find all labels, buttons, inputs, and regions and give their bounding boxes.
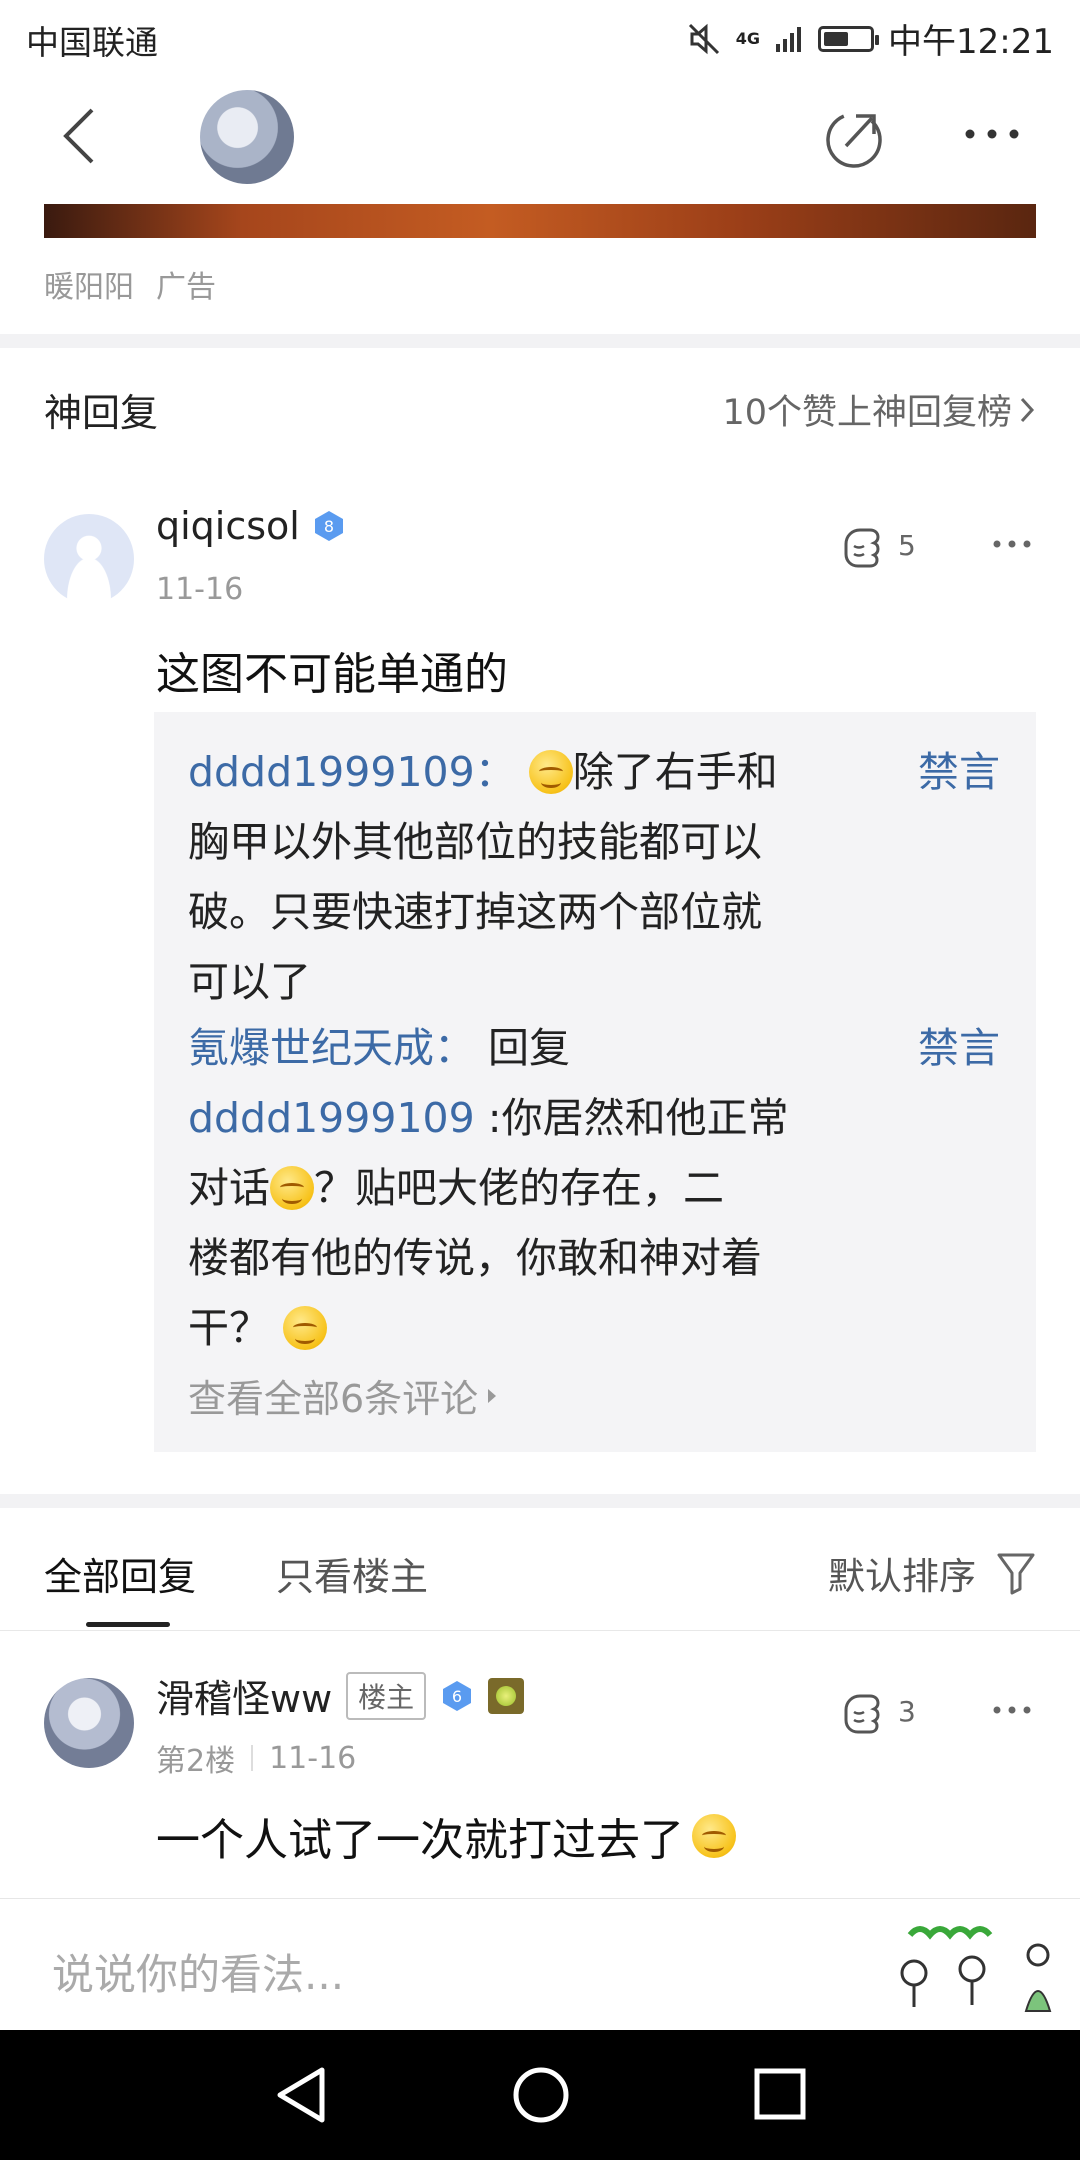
tab-owner-only[interactable]: 只看楼主 (276, 1546, 428, 1601)
post-date: 11-16 (156, 572, 244, 607)
post-author-row: qiqicsol 8 (156, 504, 346, 548)
nav-back-icon[interactable] (272, 2064, 332, 2126)
nav-recents-icon[interactable] (752, 2066, 808, 2122)
floor-meta: 第2楼 11-16 (156, 1736, 356, 1780)
sub-reply-line: 干？ (188, 1294, 328, 1354)
section-divider (0, 334, 1080, 348)
comment-input[interactable]: 说说你的看法... (52, 1941, 344, 2002)
sub-reply-user[interactable]: dddd1999109 (188, 748, 475, 796)
owner-badge: 楼主 (346, 1671, 427, 1720)
system-nav-bar (0, 2030, 1080, 2160)
sub-replies: dddd1999109： 除了右手和 禁言 胸甲以外其他部位的技能都可以 破。只… (154, 712, 1036, 1452)
tab-all-replies[interactable]: 全部回复 (44, 1546, 196, 1601)
emoji-icon (283, 1306, 328, 1350)
like-button[interactable]: 3 (838, 1688, 916, 1734)
sub-reply-line: dddd1999109 :你居然和他正常 (188, 1094, 789, 1142)
thread-author-avatar[interactable] (200, 90, 294, 184)
god-reply-title: 神回复 (44, 391, 159, 435)
post-text: 这图不可能单通的 (156, 649, 508, 700)
god-reply-rank-link[interactable]: 10个赞上神回复榜 (722, 384, 1036, 435)
sub-reply-line: 胸甲以外其他部位的技能都可以 (188, 818, 762, 866)
filter-icon (997, 1553, 1035, 1595)
sort-label: 默认排序 (828, 1555, 976, 1598)
avatar[interactable] (44, 514, 134, 604)
like-button[interactable]: 5 (838, 522, 916, 568)
emoji-icon (528, 750, 573, 794)
meta-divider (251, 1745, 254, 1771)
like-hand-icon (844, 528, 880, 568)
ad-image[interactable] (44, 204, 1036, 238)
like-count: 5 (898, 528, 916, 562)
battery-icon (818, 25, 880, 52)
ad-source: 暖阳阳 (44, 270, 134, 305)
clock: 中午12:21 (888, 22, 1054, 62)
like-count: 3 (898, 1694, 916, 1728)
floor-post-text: 一个人试了一次就打过去了 (156, 1804, 736, 1868)
sub-reply-line: 楼都有他的传说，你敢和神对着 (188, 1234, 762, 1282)
section-divider (0, 1494, 1080, 1508)
rank-link-label: 10个赞上神回复榜 (722, 393, 1012, 433)
avatar[interactable] (44, 1678, 134, 1768)
username[interactable]: 滑稽怪ww (156, 1668, 332, 1723)
floor-number: 第2楼 (156, 1744, 236, 1779)
floor-author-row: 滑稽怪ww 楼主 6 (156, 1668, 525, 1723)
post-date: 11-16 (269, 1740, 357, 1776)
status-bar: 中国联通 4G 中午12:21 (0, 0, 1080, 76)
sub-reply-1: dddd1999109： 除了右手和 (188, 748, 778, 796)
nav-home-icon[interactable] (510, 2064, 572, 2126)
share-icon[interactable] (822, 106, 886, 170)
chevron-right-icon (1020, 397, 1035, 422)
sub-reply-line: 可以了 (188, 958, 311, 1006)
sticker-icon[interactable] (890, 1915, 1060, 2019)
more-options-icon[interactable] (962, 124, 1022, 144)
sub-reply-line: 对话 ？贴吧大佬的存在，二 (188, 1164, 724, 1212)
ban-button[interactable]: 禁言 (918, 738, 1000, 798)
username[interactable]: qiqicsol (156, 504, 300, 548)
top-bar (0, 76, 1080, 204)
like-hand-icon (844, 1694, 880, 1734)
medal-icon (488, 1677, 525, 1714)
triangle-right-icon (488, 1388, 497, 1403)
signal-icon (776, 26, 802, 52)
ad-tag: 广告 (156, 270, 216, 305)
svg-text:6: 6 (452, 1687, 462, 1706)
ban-button[interactable]: 禁言 (918, 1014, 1000, 1074)
network-type: 4G (735, 29, 761, 48)
sub-reply-line: 破。只要快速打掉这两个部位就 (188, 888, 762, 936)
sub-reply-2: 氪爆世纪天成： 回复 (188, 1024, 571, 1072)
post-more-icon[interactable] (992, 538, 1032, 550)
emoji-icon (692, 1814, 736, 1858)
active-tab-indicator (86, 1622, 170, 1627)
svg-text:8: 8 (324, 517, 334, 536)
sort-button[interactable]: 默认排序 (828, 1546, 1036, 1600)
ad-meta: 暖阳阳 广告 (44, 262, 216, 306)
mentioned-user[interactable]: dddd1999109 (188, 1094, 475, 1142)
mute-icon (688, 23, 719, 54)
tabs-divider (0, 1630, 1080, 1631)
sub-reply-user[interactable]: 氪爆世纪天成 (188, 1024, 434, 1072)
comment-input-bar[interactable]: 说说你的看法... (0, 1898, 1080, 2031)
view-all-comments-link[interactable]: 查看全部6条评论 (188, 1368, 498, 1423)
level-badge-icon: 8 (314, 511, 343, 541)
status-right: 4G 中午12:21 (686, 14, 1054, 63)
carrier-label: 中国联通 (26, 23, 158, 62)
level-badge-icon: 6 (443, 1680, 472, 1711)
emoji-icon (270, 1166, 314, 1210)
back-icon[interactable] (60, 106, 100, 166)
post-more-icon[interactable] (992, 1704, 1032, 1716)
